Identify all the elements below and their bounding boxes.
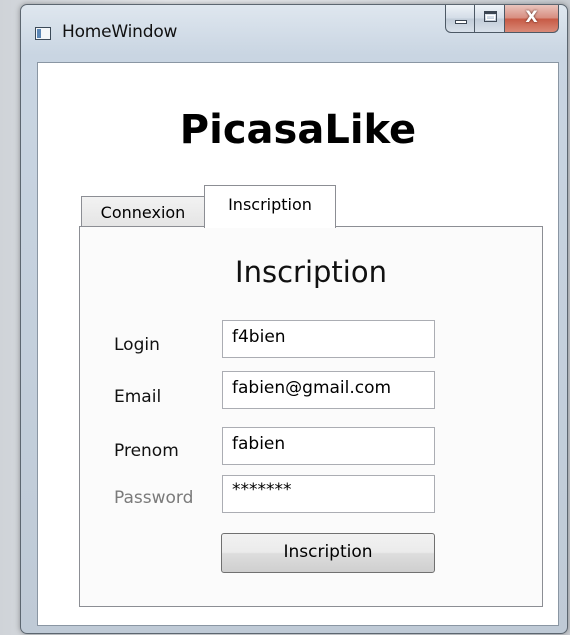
password-label: Password [114,488,194,508]
tab-inscription[interactable]: Inscription [204,185,336,228]
title-bar[interactable]: HomeWindow X [21,5,567,57]
window-title: HomeWindow [62,22,178,42]
app-window-icon [35,27,51,40]
minimize-button[interactable] [445,5,475,33]
close-icon: X [525,7,538,26]
maximize-button[interactable] [475,5,505,33]
email-label: Email [114,387,162,407]
tab-connexion[interactable]: Connexion [81,196,205,228]
caption-buttons: X [445,5,559,35]
prenom-label: Prenom [114,441,179,461]
home-window: HomeWindow X PicasaLike Connexion Inscri… [20,4,568,634]
login-label: Login [114,335,160,355]
form-heading: Inscription [235,255,387,289]
minimize-icon [455,20,467,24]
app-title: PicasaLike [179,107,417,153]
prenom-input[interactable]: fabien [222,427,435,465]
password-input[interactable]: ******* [222,475,435,513]
maximize-icon [484,11,497,22]
email-input[interactable]: fabien@gmail.com [222,371,435,409]
window-content: PicasaLike Connexion Inscription Inscrip… [37,62,559,626]
inscription-tab-panel: Inscription Login f4bien Email fabien@gm… [79,226,543,607]
login-input[interactable]: f4bien [222,320,435,358]
inscription-submit-button[interactable]: Inscription [221,533,435,573]
close-button[interactable]: X [505,5,559,33]
